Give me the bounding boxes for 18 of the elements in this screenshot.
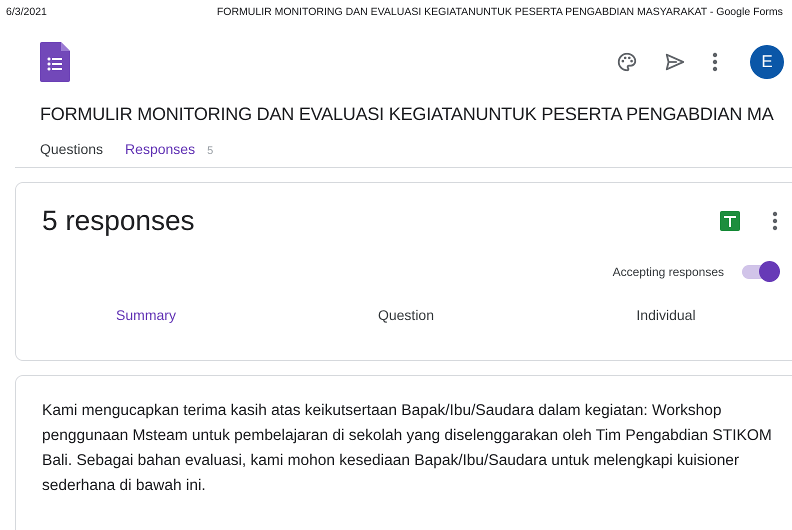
tab[interactable]: Questions bbox=[40, 141, 104, 167]
forms-logo-icon[interactable] bbox=[40, 42, 70, 82]
view-tab[interactable]: Individual bbox=[536, 301, 792, 329]
send-icon[interactable] bbox=[664, 51, 686, 73]
more-icon[interactable] bbox=[712, 52, 718, 72]
print-date: 6/3/2021 bbox=[6, 6, 47, 18]
view-tab[interactable]: Summary bbox=[16, 301, 276, 329]
accepting-label: Accepting responses bbox=[612, 265, 724, 279]
avatar[interactable]: E bbox=[750, 45, 784, 79]
palette-icon[interactable] bbox=[616, 51, 638, 73]
more-icon[interactable] bbox=[772, 211, 778, 231]
form-title: FORMULIR MONITORING DAN EVALUASI KEGIATANUNTUK PESERTA PENGABDIAN MA bbox=[39, 103, 775, 125]
form-description: Kami mengucapkan terima kasih atas keikutsertaan Bapak/Ibu/Saudara dalam kegiatan: Workshop penggunaan Msteam untuk pembelajaran di sekolah yang diselenggarakan oleh Tim Pengabdian STIKOM Bali. Sebagai bahan evaluasi, kami mohon kesediaan Bapak/Ibu/Saudara untuk melengkapi kuisioner sederhana di bawah ini. bbox=[42, 401, 773, 496]
view-tab[interactable]: Question bbox=[276, 301, 536, 329]
tab[interactable]: Responses 5 bbox=[125, 141, 214, 167]
responses-heading: 5 responses bbox=[42, 205, 195, 237]
spreadsheet-icon[interactable] bbox=[720, 211, 740, 231]
page-title: FORMULIR MONITORING DAN EVALUASI KEGIATANUNTUK PESERTA PENGABDIAN MASYARAKAT - Google Forms bbox=[216, 6, 783, 18]
